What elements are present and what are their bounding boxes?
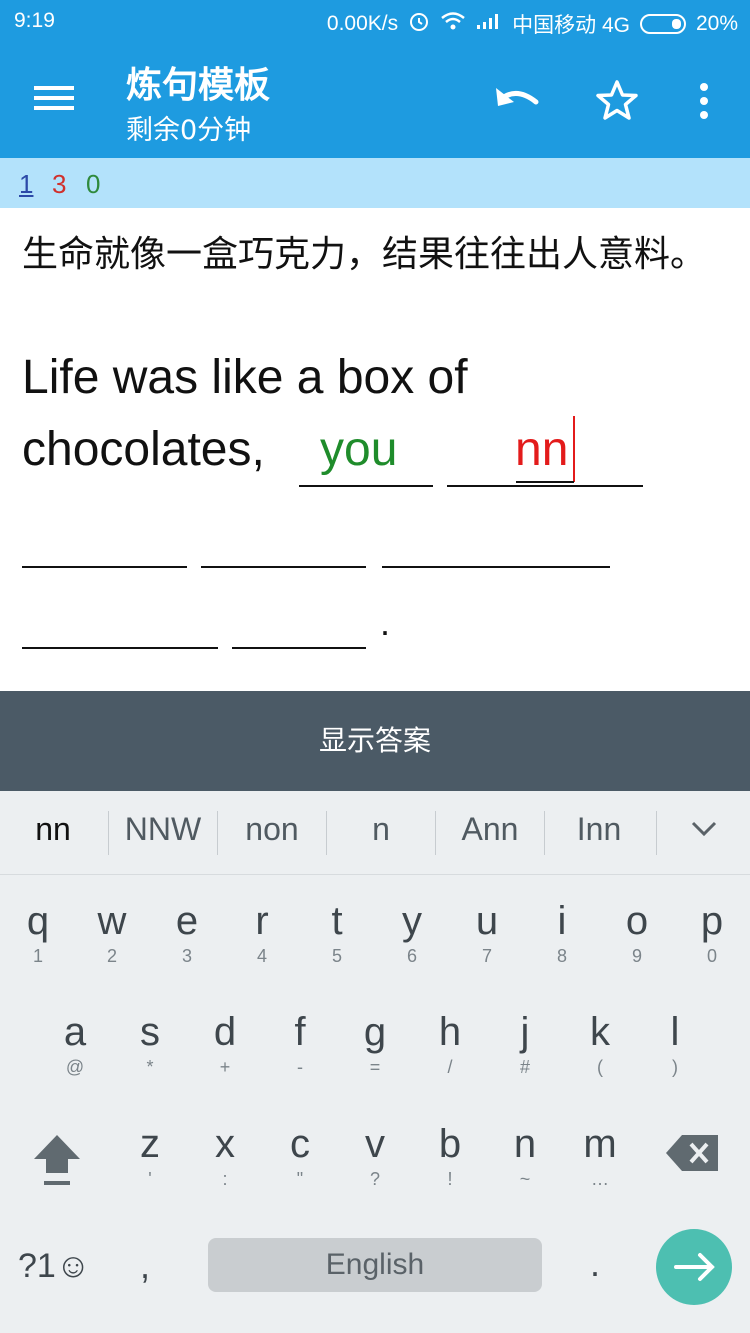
chinese-sentence: 生命就像一盒巧克力，结果往往出人意料。 (22, 234, 707, 275)
key-q[interactable]: q1 (3, 897, 73, 997)
blank-7[interactable] (232, 647, 366, 649)
blank-5[interactable] (382, 566, 610, 568)
suggestion-divider (656, 811, 657, 855)
alarm-icon (408, 10, 430, 38)
key-f[interactable]: f- (265, 1008, 335, 1108)
status-right-group: 0.00K/s 中国移动 4G 20% (327, 9, 738, 39)
key-p[interactable]: p0 (677, 897, 747, 997)
key-l[interactable]: l) (640, 1008, 710, 1108)
key-s[interactable]: s * (115, 1008, 185, 1108)
key-u[interactable]: u7 (452, 897, 522, 997)
key-i[interactable]: i8 (527, 897, 597, 997)
blank-4[interactable] (201, 566, 366, 568)
enter-key[interactable] (656, 1229, 732, 1305)
soft-keyboard: nn NNW non n Ann Inn q1 w2 e3 r4 t5 y6 u… (0, 791, 750, 1333)
key-a[interactable]: a @ (40, 1008, 110, 1108)
network-speed: 0.00K/s (326, 12, 399, 35)
symbols-key[interactable]: ?1☺ (18, 1247, 91, 1286)
show-answer-button[interactable]: 显示答案 (0, 691, 750, 791)
typing-underline (516, 481, 574, 483)
progress-counters: 1 3 0 (0, 158, 750, 208)
key-d[interactable]: d + (190, 1008, 260, 1108)
chevron-down-icon[interactable] (690, 819, 718, 839)
signal-icon (476, 12, 502, 36)
wrong-count: 3 (52, 169, 67, 199)
english-line-1: Life was like a box of (22, 351, 468, 404)
answer-correct-word: you (320, 423, 398, 476)
key-c[interactable]: c " (265, 1120, 335, 1220)
app-bar: 炼句模板 剩余0分钟 (0, 42, 750, 158)
suggestion-bar: nn NNW non n Ann Inn (0, 791, 750, 875)
current-index[interactable]: 1 (19, 169, 33, 200)
sentence-end-period: . (380, 602, 391, 643)
key-h[interactable]: h / (415, 1008, 485, 1108)
blank-1[interactable] (299, 485, 433, 487)
period-key[interactable]: . (590, 1243, 600, 1285)
english-line-2: chocolates, (22, 423, 265, 476)
page-title: 炼句模板 (126, 65, 271, 106)
key-o[interactable]: o9 (602, 897, 672, 997)
suggestion-item[interactable]: nn (0, 811, 106, 848)
menu-icon[interactable] (34, 80, 82, 120)
key-m[interactable]: m… (565, 1120, 635, 1220)
key-y[interactable]: y6 (377, 897, 447, 997)
key-x[interactable]: x: (190, 1120, 260, 1220)
status-time: 9:19 (14, 9, 55, 32)
status-bar: 9:19 0.00K/s 中国移动 4G 20% (0, 0, 750, 42)
key-j[interactable]: j # (490, 1008, 560, 1108)
key-t[interactable]: t5 (302, 897, 372, 997)
battery-level: 20% (695, 12, 738, 35)
blank-6[interactable] (22, 647, 218, 649)
arrow-right-icon (674, 1253, 715, 1281)
wifi-icon (440, 11, 466, 37)
answer-typing-word[interactable]: nn (515, 422, 568, 477)
blank-2[interactable] (447, 485, 643, 487)
more-vert-icon[interactable] (692, 78, 716, 124)
page-subtitle: 剩余0分钟 (126, 115, 252, 146)
key-k[interactable]: k( (565, 1008, 635, 1108)
suggestion-item[interactable]: n (327, 811, 435, 848)
space-key[interactable]: English (208, 1238, 542, 1292)
key-e[interactable]: e3 (152, 897, 222, 997)
comma-key[interactable]: , (140, 1245, 150, 1287)
battery-icon (639, 14, 686, 34)
key-w[interactable]: w2 (77, 897, 147, 997)
key-r[interactable]: r4 (227, 897, 297, 997)
correct-count: 0 (86, 169, 101, 199)
blank-3[interactable] (22, 566, 187, 568)
suggestion-item[interactable]: Ann (436, 811, 544, 848)
star-icon[interactable] (594, 78, 640, 124)
suggestion-item[interactable]: NNW (109, 811, 217, 848)
undo-icon[interactable] (490, 78, 544, 124)
key-v[interactable]: v? (340, 1120, 410, 1220)
key-b[interactable]: b! (415, 1120, 485, 1220)
carrier-label: 中国移动 4G (512, 14, 630, 37)
key-g[interactable]: g = (340, 1008, 410, 1108)
suggestion-item[interactable]: Inn (545, 811, 653, 848)
suggestion-item[interactable]: non (218, 811, 326, 848)
shift-key[interactable] (28, 1131, 86, 1189)
text-caret (573, 416, 575, 482)
backspace-icon[interactable] (664, 1133, 722, 1173)
key-z[interactable]: z ' (115, 1120, 185, 1220)
key-n[interactable]: n ~ (490, 1120, 560, 1220)
